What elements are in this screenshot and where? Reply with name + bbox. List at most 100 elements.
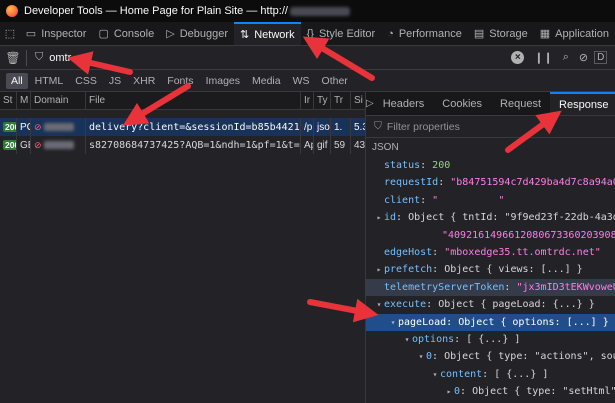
filter-xhr[interactable]: XHR [128, 73, 160, 89]
json-value: [ {...} ] [494, 368, 549, 380]
toolbar-divider [26, 49, 27, 66]
json-value: Object { type: "setHtml", selector: "HTM [472, 386, 615, 398]
json-line-status: status: 200 [366, 157, 615, 174]
tab-response[interactable]: Response [550, 92, 615, 115]
column-header-domain[interactable]: Domain [31, 92, 86, 109]
tab-application[interactable]: ▦ Application [534, 22, 615, 45]
firefox-logo-icon [6, 5, 18, 17]
collapsed-twisty-icon[interactable]: ▸ [374, 213, 384, 222]
json-value: 200 [432, 160, 451, 171]
network-icon: ⇅ [240, 29, 250, 41]
tab-storage[interactable]: ▤ Storage [468, 22, 534, 45]
network-toolbar: 🗑 ⛉ × ❙❙ ⌕ ⊘ D [0, 46, 615, 70]
json-value: Object { type: "actions", sourceType: "t… [444, 351, 615, 363]
filter-ws[interactable]: WS [288, 73, 315, 89]
json-line-0[interactable]: ▸0: Object { type: "setHtml", selector: … [366, 383, 615, 400]
column-header-transferred[interactable]: Tr [331, 92, 351, 109]
domain-cell: ⊘ [31, 118, 86, 136]
filter-properties-field[interactable]: ⛉ Filter properties [366, 116, 615, 138]
json-separator: : [420, 194, 433, 206]
filter-fonts[interactable]: Fonts [162, 73, 198, 89]
json-line-prefetch[interactable]: ▸ prefetch: Object { views: [...] } [366, 261, 615, 278]
json-value: Object { tntId: "9f9ed23f-22db-4a3d-9de7… [408, 212, 615, 224]
element-picker-button[interactable]: ⬚ [0, 22, 20, 45]
filter-js[interactable]: JS [104, 73, 126, 89]
expanded-twisty-icon[interactable]: ▾ [388, 318, 398, 327]
tab-headers[interactable]: Headers [374, 92, 434, 115]
filter-other[interactable]: Other [317, 73, 353, 89]
filter-css[interactable]: CSS [70, 73, 102, 89]
json-key: pageLoad [398, 316, 447, 328]
column-header-method[interactable]: M [17, 92, 31, 109]
table-row[interactable]: 200 GE ⊘ s82708684737425?AQB=1&ndh=1&pf=… [0, 136, 366, 154]
filter-icon: ⛉ [35, 51, 44, 63]
json-separator: : [438, 177, 451, 189]
url-filter-input[interactable] [49, 48, 500, 67]
json-line-0[interactable]: ▾0: Object { type: "actions", sourceType… [366, 348, 615, 365]
type-cell: jso [314, 118, 331, 136]
table-row[interactable]: 200 PC ⊘ delivery?client=&sessionId=b85b… [0, 118, 365, 136]
pause-icon[interactable]: ❙❙ [534, 51, 552, 64]
collapsed-twisty-icon[interactable]: ▸ [374, 265, 384, 274]
tab-label: Inspector [41, 27, 87, 40]
tracker-icon: ⊘ [34, 121, 42, 132]
clear-filter-button[interactable]: × [511, 51, 525, 64]
tab-performance[interactable]: ◔ Performance [381, 22, 468, 45]
tab-console[interactable]: ▢ Console [92, 22, 160, 45]
filter-icon: ⛉ [374, 120, 382, 132]
filter-all[interactable]: All [6, 72, 28, 89]
json-value: Object { options: [...] } [458, 316, 609, 328]
json-line-pageload[interactable]: ▾ pageLoad: Object { options: [...] } [366, 313, 615, 331]
json-line-content[interactable]: ▾ content: [ {...} ] [366, 366, 615, 383]
size-cell: 43 [354, 139, 366, 151]
initiator-cell: Ap [301, 136, 314, 154]
filter-html[interactable]: HTML [30, 73, 69, 89]
type-cell: gif [314, 136, 331, 154]
json-key: id [384, 212, 397, 224]
expanded-twisty-icon[interactable]: ▾ [416, 352, 426, 361]
element-picker-icon: ⬚ [4, 28, 16, 40]
file-cell: s82708684737425?AQB=1&ndh=1&pf=1&t=8/2/2… [86, 136, 301, 154]
collapsed-twisty-icon[interactable]: ▸ [444, 387, 454, 396]
expanded-twisty-icon[interactable]: ▾ [430, 370, 440, 379]
request-blocking-icon[interactable]: ⊘ [579, 51, 588, 64]
filter-images[interactable]: Images [201, 73, 245, 89]
json-key: client [384, 194, 421, 206]
json-line-execute[interactable]: ▾ execute: Object { pageLoad: {...} } [366, 296, 615, 313]
column-header-size[interactable]: Si [351, 92, 365, 109]
json-line-edgehost: edgeHost: "mboxedge35.tt.omtrdc.net" [366, 244, 615, 261]
tab-style-editor[interactable]: {} Style Editor [301, 22, 382, 45]
tab-request[interactable]: Request [491, 92, 550, 115]
clear-requests-button[interactable]: 🗑 [0, 51, 26, 65]
disable-cache-checkbox-label[interactable]: D [594, 51, 608, 64]
toggle-sidebar-button[interactable]: ▷ [366, 92, 374, 115]
json-value: " " [432, 194, 505, 206]
column-header-file[interactable]: File [86, 92, 301, 109]
expanded-twisty-icon[interactable]: ▾ [402, 335, 412, 344]
json-line-options[interactable]: ▾ options: [ {...} ] [366, 331, 615, 348]
search-icon[interactable]: ⌕ [563, 51, 569, 64]
table-header: St M Domain File Ir Ty Tr Si [0, 92, 365, 110]
tab-cookies[interactable]: Cookies [433, 92, 491, 115]
application-icon: ▦ [539, 28, 551, 40]
tab-debugger[interactable]: ▷ Debugger [160, 22, 234, 45]
filter-media[interactable]: Media [247, 73, 286, 89]
json-separator: : [426, 299, 439, 311]
tab-label: Style Editor [318, 27, 376, 40]
column-header-type[interactable]: Ty [314, 92, 331, 109]
transferred-cell: 1. [331, 118, 351, 136]
json-line-id[interactable]: ▸id: Object { tntId: "9f9ed23f-22db-4a3d… [366, 209, 615, 226]
json-section-label: JSON [372, 142, 399, 153]
devtools-toolbox-tabs: ⬚ ▭ Inspector ▢ Console ▷ Debugger ⇅ Network… [0, 22, 615, 46]
tab-inspector[interactable]: ▭ Inspector [20, 22, 93, 45]
column-header-initiator[interactable]: Ir [301, 92, 314, 109]
json-line-telemetryservertoken: telemetryServerToken: "jx3mID3tEKWvoweUV… [366, 278, 615, 296]
console-icon: ▢ [98, 28, 109, 40]
column-header-status[interactable]: St [0, 92, 17, 109]
tab-label: Console [113, 27, 155, 40]
json-key: options [412, 334, 455, 345]
blurred-domain [43, 123, 74, 131]
expanded-twisty-icon[interactable]: ▾ [374, 300, 384, 309]
style-editor-icon: {} [306, 27, 314, 40]
tab-network[interactable]: ⇅ Network [234, 22, 301, 45]
